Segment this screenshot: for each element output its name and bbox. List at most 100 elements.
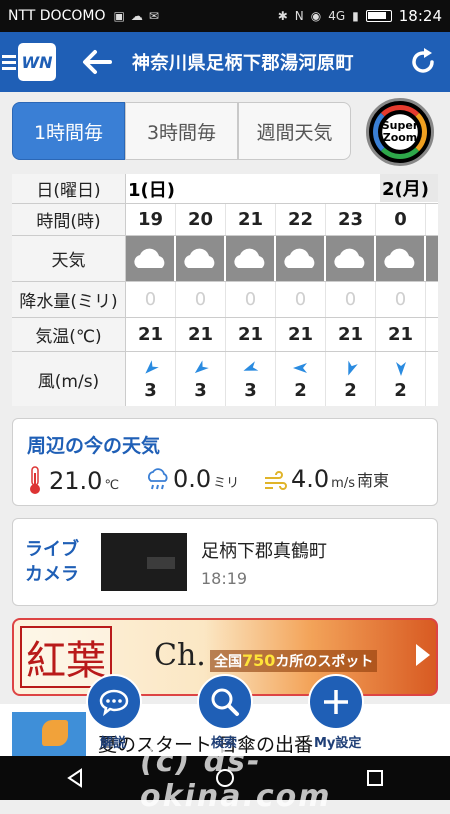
hour-cell: [426, 204, 438, 235]
my-settings-label[interactable]: My設定: [314, 732, 361, 751]
wind-speed: 2: [344, 379, 357, 401]
search-icon: [211, 688, 239, 716]
day-label-next: 2(月): [380, 174, 438, 202]
speech-bubble-icon: [99, 689, 129, 717]
day-cells: 1(日) 2(月): [126, 174, 438, 203]
row-wind: 風(m/s) 3 3 3 2 2 2: [12, 352, 438, 406]
mail-icon: ✉: [148, 9, 159, 23]
home-icon[interactable]: [214, 767, 236, 789]
precip-cell: 0: [326, 282, 376, 317]
live-camera-place: 足柄下郡真鶴町: [201, 541, 327, 562]
notification-icons: ▣ ☁ ✉: [113, 9, 158, 23]
hour-cell: 21: [226, 204, 276, 235]
row-weather: 天気: [12, 236, 438, 282]
forecast-tabs: 1時間毎 3時間毎 週間天気: [12, 102, 351, 160]
live-camera-label-1: ライブ: [25, 539, 79, 560]
wind-arrow-icon: [292, 362, 307, 373]
wind-arrow-icon: [144, 359, 159, 374]
hour-cell: 19: [126, 204, 176, 235]
play-icon: [416, 644, 430, 666]
app-logo[interactable]: WN: [18, 43, 56, 81]
menu-icon[interactable]: [2, 54, 16, 70]
temp-cell: [426, 318, 438, 351]
tab-hourly[interactable]: 1時間毎: [12, 102, 125, 160]
signal-icon: ▮: [352, 9, 359, 23]
status-time: 18:24: [398, 7, 442, 25]
wind-cell: 3: [126, 352, 176, 406]
wind-speed: 3: [194, 379, 207, 401]
current-weather-title: 周辺の今の天気: [27, 435, 161, 457]
temp-cell: 21: [276, 318, 326, 351]
cloud-icon: ☁: [130, 9, 143, 23]
wind-speed: 3: [144, 379, 157, 401]
wind-arrow-icon: [347, 360, 358, 376]
live-camera-thumbnail[interactable]: [101, 533, 187, 591]
hour-cell: 0: [376, 204, 426, 235]
banner-subtitle-num: 750: [242, 651, 276, 670]
network-type-label: 4G: [328, 9, 346, 23]
banner-subtitle-pre: 全国: [214, 654, 242, 670]
temp-cell: 21: [376, 318, 426, 351]
ad-thumbnail[interactable]: [12, 712, 86, 756]
tab-3hourly[interactable]: 3時間毎: [125, 102, 238, 160]
day-label: 1(日): [128, 180, 175, 201]
notification-icon: ▣: [113, 9, 125, 23]
row-label-weather: 天気: [12, 236, 126, 281]
hour-cell: 20: [176, 204, 226, 235]
commentary-button[interactable]: [86, 674, 142, 730]
current-wind-value: 4.0: [291, 465, 330, 493]
row-day: 日(曜日) 1(日) 2(月): [12, 174, 438, 204]
status-right: ✱ N ◉ 4G ▮ 18:24: [278, 7, 442, 25]
temp-cell: 21: [326, 318, 376, 351]
live-camera-label: ライブ カメラ: [25, 537, 79, 587]
current-rain: 0.0 ミリ: [145, 465, 239, 493]
current-wind-direction: 南東: [357, 471, 390, 490]
current-temp: 21.0 ℃: [27, 465, 119, 495]
super-zoom-ring: [373, 105, 427, 159]
wind-cell: 2: [326, 352, 376, 406]
precip-cell: [426, 282, 438, 317]
recents-icon[interactable]: [364, 767, 386, 789]
banner-subtitle-post: カ所のスポット: [275, 654, 374, 670]
precip-cell: 0: [376, 282, 426, 317]
row-label-temp: 気温(℃): [12, 318, 126, 351]
search-label[interactable]: 検索: [211, 732, 237, 751]
wind-icon: [265, 471, 287, 490]
wind-speed: 2: [294, 379, 307, 401]
tab-weekly[interactable]: 週間天気: [238, 102, 351, 160]
hourly-forecast-table: 日(曜日) 1(日) 2(月) 時間(時) 19 20 21 22 23 0 天…: [12, 174, 438, 406]
wind-cell: 3: [226, 352, 276, 406]
wind-speed: 2: [394, 379, 407, 401]
banner-subtitle: 全国750カ所のスポット: [210, 650, 378, 672]
live-camera-card[interactable]: ライブ カメラ 足柄下郡真鶴町 18:19: [12, 518, 438, 606]
banner-channel: Ch.: [154, 638, 206, 673]
cloudy-icon: [326, 236, 376, 281]
my-settings-button[interactable]: [308, 674, 364, 730]
current-weather-card[interactable]: 周辺の今の天気 21.0 ℃ 0.0 ミリ 4.0 m/s 南東: [12, 418, 438, 506]
current-rain-unit: ミリ: [213, 476, 240, 491]
search-button[interactable]: [197, 674, 253, 730]
thermometer-icon: [30, 466, 40, 494]
wind-cell: [426, 352, 438, 406]
row-label-day: 日(曜日): [12, 174, 126, 203]
back-arrow-icon[interactable]: [80, 45, 114, 79]
current-temp-unit: ℃: [104, 478, 120, 493]
wind-arrow-icon: [242, 360, 258, 371]
refresh-icon[interactable]: [408, 47, 438, 77]
status-bar: NTT DOCOMO ▣ ☁ ✉ ✱ N ◉ 4G ▮ 18:24: [0, 0, 450, 32]
cloudy-icon: [426, 236, 438, 281]
live-camera-label-2: カメラ: [25, 564, 79, 585]
row-label-hour: 時間(時): [12, 204, 126, 235]
temp-cell: 21: [176, 318, 226, 351]
current-wind: 4.0 m/s 南東: [263, 465, 389, 493]
back-icon[interactable]: [64, 767, 86, 789]
battery-icon: [365, 10, 392, 22]
row-hour: 時間(時) 19 20 21 22 23 0: [12, 204, 438, 236]
nfc-icon: N: [294, 9, 304, 23]
carrier-label: NTT DOCOMO: [8, 8, 106, 24]
current-temp-value: 21.0: [49, 467, 103, 495]
super-zoom-button[interactable]: Super Zoom: [366, 98, 434, 166]
commentary-label[interactable]: 解説: [100, 732, 126, 751]
ad-text[interactable]: 夏のスタート 日傘の出番: [98, 730, 313, 757]
cloudy-icon: [226, 236, 276, 281]
